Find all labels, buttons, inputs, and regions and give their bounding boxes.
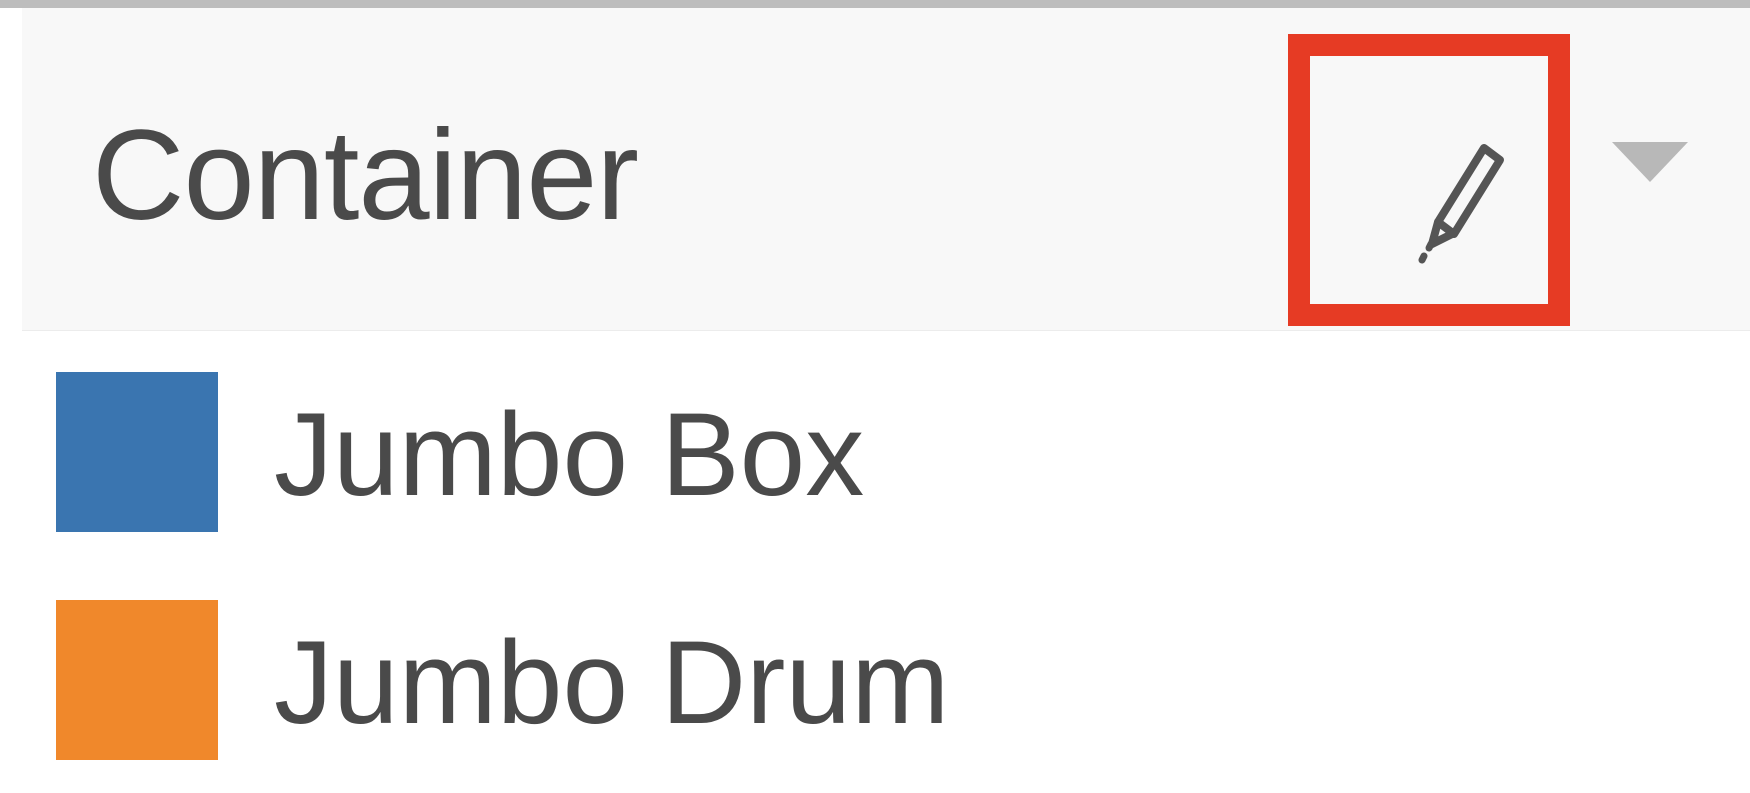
top-divider bbox=[0, 0, 1750, 8]
edit-colors-button[interactable] bbox=[1288, 34, 1570, 326]
legend-swatch-jumbo-box bbox=[56, 372, 218, 532]
legend-card: Container Jumbo Box Jumbo Drum bbox=[0, 0, 1750, 793]
legend-swatch-jumbo-drum bbox=[56, 600, 218, 760]
legend-title: Container bbox=[92, 104, 639, 247]
caret-down-icon[interactable] bbox=[1612, 142, 1688, 182]
legend-item-jumbo-box[interactable]: Jumbo Box bbox=[56, 372, 1656, 532]
pencil-icon bbox=[1418, 144, 1504, 264]
legend-item-jumbo-drum[interactable]: Jumbo Drum bbox=[56, 600, 1656, 760]
legend-label-jumbo-drum: Jumbo Drum bbox=[274, 617, 950, 749]
legend-label-jumbo-box: Jumbo Box bbox=[274, 389, 865, 521]
